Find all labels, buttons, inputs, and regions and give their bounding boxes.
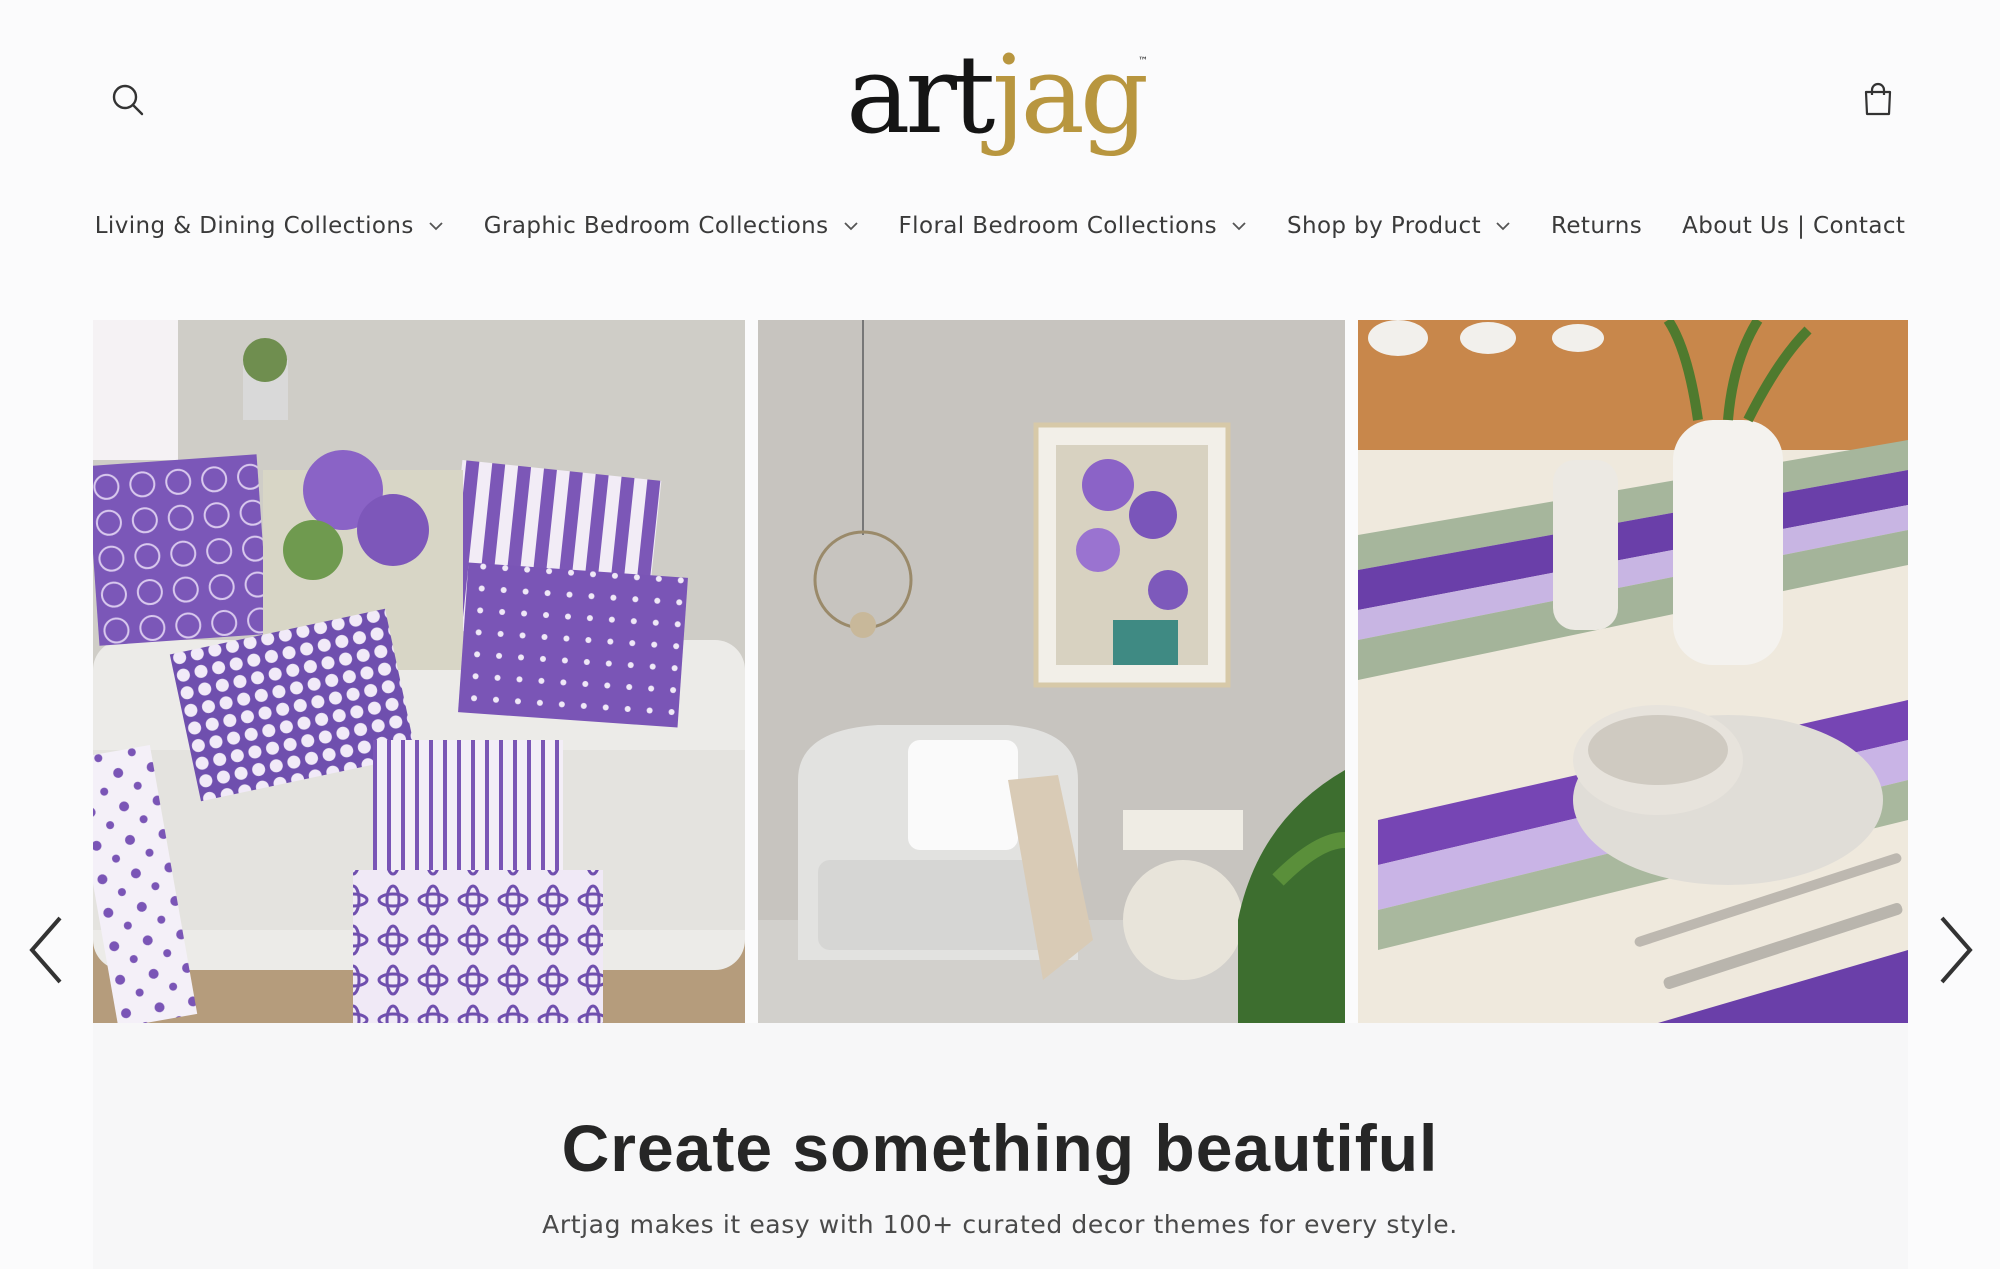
chevron-right-icon: [1940, 916, 1973, 984]
nav-label: Graphic Bedroom Collections: [483, 213, 829, 239]
slideshow-next-button[interactable]: [1930, 912, 1980, 988]
hero-slide-living-room[interactable]: [93, 320, 745, 1023]
nav-label: Shop by Product: [1286, 213, 1481, 239]
intro-subtext: Artjag makes it easy with 100+ curated d…: [542, 1210, 1458, 1239]
cart-button[interactable]: [1858, 80, 1898, 120]
nav-item-shop-by-product[interactable]: Shop by Product: [1267, 204, 1531, 248]
site-header: art jag ™: [0, 0, 2000, 200]
nav-label: Returns: [1551, 213, 1643, 239]
page: art jag ™ Living & Dining Collections Gr…: [0, 0, 2000, 1269]
brand-logo[interactable]: art jag ™: [840, 22, 1160, 172]
chevron-down-icon: [1496, 222, 1510, 231]
search-icon: [112, 84, 144, 116]
chevron-down-icon: [1232, 222, 1246, 231]
nav-item-floral-bedroom[interactable]: Floral Bedroom Collections: [879, 204, 1267, 248]
search-button[interactable]: [108, 80, 148, 120]
hero-slide-armchair[interactable]: [758, 320, 1345, 1023]
nav-item-graphic-bedroom[interactable]: Graphic Bedroom Collections: [464, 204, 879, 248]
chevron-left-icon: [29, 916, 62, 984]
logo-trademark: ™: [1138, 56, 1148, 67]
shopping-bag-icon: [1864, 82, 1892, 116]
chevron-down-icon: [429, 222, 443, 231]
logo-jag: jag: [992, 33, 1149, 158]
intro-headline: Create something beautiful: [561, 1111, 1439, 1185]
nav-item-returns[interactable]: Returns: [1531, 204, 1662, 248]
nav-label: Floral Bedroom Collections: [898, 213, 1217, 239]
hero-slide-dining-table[interactable]: [1358, 320, 1908, 1023]
main-nav: Living & Dining Collections Graphic Bedr…: [0, 204, 2000, 248]
nav-item-about-contact[interactable]: About Us | Contact: [1662, 204, 1925, 248]
logo-art: art: [846, 33, 995, 158]
nav-label: Living & Dining Collections: [94, 213, 414, 239]
chevron-down-icon: [843, 222, 858, 231]
nav-item-living-dining[interactable]: Living & Dining Collections: [75, 204, 464, 248]
nav-label: About Us | Contact: [1682, 213, 1906, 239]
slideshow-prev-button[interactable]: [22, 912, 72, 988]
